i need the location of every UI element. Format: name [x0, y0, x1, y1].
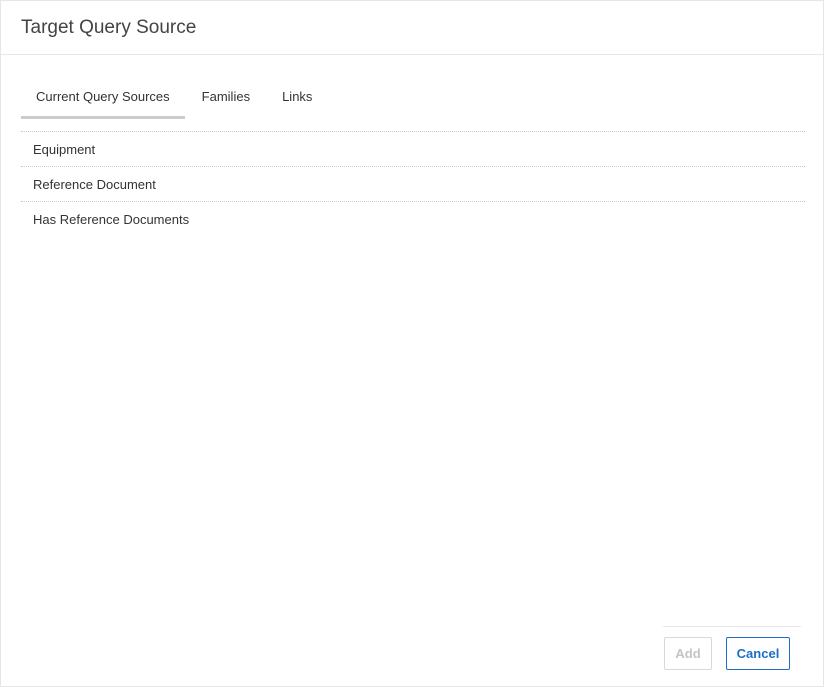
- cancel-button[interactable]: Cancel: [726, 637, 790, 670]
- list-item-has-reference-documents[interactable]: Has Reference Documents: [21, 202, 805, 236]
- target-query-source-dialog: Target Query Source Current Query Source…: [0, 0, 824, 687]
- tab-current-query-sources[interactable]: Current Query Sources: [21, 77, 185, 119]
- list-item-reference-document[interactable]: Reference Document: [21, 167, 805, 202]
- footer-divider: [663, 626, 801, 627]
- tab-families[interactable]: Families: [185, 77, 267, 119]
- tab-links[interactable]: Links: [267, 77, 327, 119]
- query-source-list: Equipment Reference Document Has Referen…: [21, 131, 805, 236]
- dialog-title: Target Query Source: [21, 16, 197, 38]
- tab-bar: Current Query Sources Families Links: [21, 77, 327, 119]
- dialog-header: Target Query Source: [1, 1, 823, 55]
- list-item-equipment[interactable]: Equipment: [21, 132, 805, 167]
- add-button[interactable]: Add: [664, 637, 712, 670]
